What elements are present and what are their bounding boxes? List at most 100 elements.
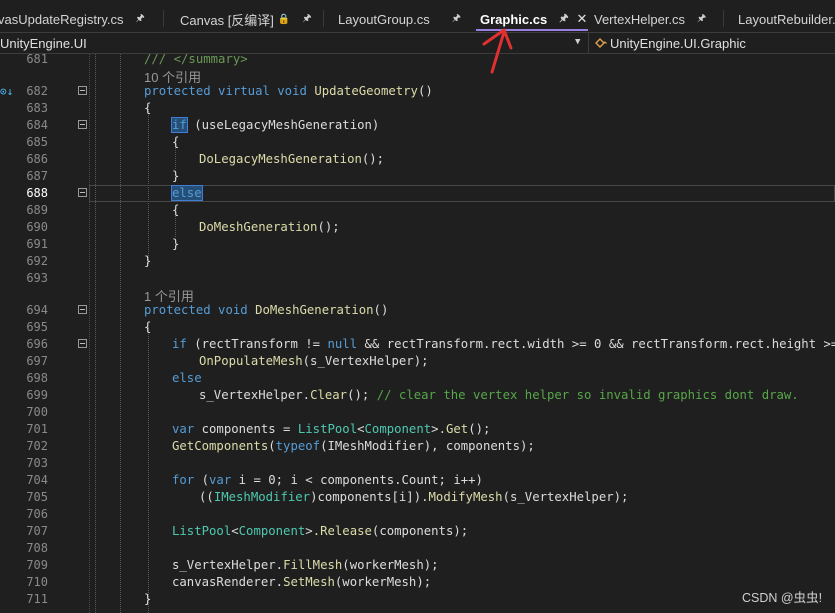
args: (s_VertexHelper); — [502, 490, 629, 504]
code-line[interactable]: 704 for (var i = 0; i < components.Count… — [0, 472, 835, 489]
line-number: 684 — [26, 118, 48, 132]
code-text: { — [172, 203, 180, 217]
code-text: protected void DoMeshGeneration() — [144, 303, 388, 317]
code-line[interactable]: 690 DoMeshGeneration(); — [0, 219, 835, 236]
code-text: { — [144, 320, 152, 334]
code-text: DoMeshGeneration(); — [199, 220, 340, 234]
code-line[interactable]: 687 } — [0, 168, 835, 185]
collapse-icon[interactable] — [78, 339, 87, 348]
document-tab-bar: vasUpdateRegistry.cs 🖈 Canvas [反编译] 🔒 🖈 … — [0, 0, 835, 31]
code-line[interactable]: 684 if (useLegacyMeshGeneration) — [0, 117, 835, 134]
code-text: for (var i = 0; i < components.Count; i+… — [172, 473, 483, 487]
code-editor[interactable]: 681 /// </summary> 10 个引用 ⊙↓ 682 protect… — [0, 52, 835, 613]
code-line[interactable]: 706 — [0, 506, 835, 523]
tab-canvas-decompiled[interactable]: Canvas [反编译] 🔒 🖈 — [180, 7, 312, 31]
code-line[interactable]: 695 { — [0, 319, 835, 336]
line-number: 692 — [26, 254, 48, 268]
class-icon — [595, 38, 607, 48]
method-name: DoMeshGeneration — [255, 303, 374, 317]
code-line[interactable]: 705 ((IMeshModifier)components[i]).Modif… — [0, 489, 835, 506]
line-number: 696 — [26, 337, 48, 351]
type-name: Component — [364, 422, 432, 436]
code-text: s_VertexHelper.FillMesh(workerMesh); — [172, 558, 439, 572]
tab-layout-rebuilder[interactable]: LayoutRebuilder. — [738, 7, 835, 31]
line-number: 687 — [26, 169, 48, 183]
type-name: ListPool — [172, 524, 232, 538]
code-line[interactable]: 711 } — [0, 591, 835, 608]
code-text: ListPool<Component>.Release(components); — [172, 524, 468, 538]
code-line[interactable]: 683 { — [0, 100, 835, 117]
line-number: 683 — [26, 101, 48, 115]
code-line[interactable]: 692 } — [0, 253, 835, 270]
identifier: )components[i]). — [310, 490, 429, 504]
line-number: 693 — [26, 271, 48, 285]
collapse-icon[interactable] — [78, 305, 87, 314]
line-number: 705 — [26, 490, 48, 504]
line-number: 694 — [26, 303, 48, 317]
keyword: for — [172, 473, 195, 487]
punct: () — [373, 303, 389, 317]
tab-canvas-update-registry[interactable]: vasUpdateRegistry.cs 🖈 — [0, 7, 145, 31]
code-line[interactable]: 700 — [0, 404, 835, 421]
keyword: typeof — [275, 439, 321, 453]
code-text: var components = ListPool<Component>.Get… — [172, 422, 490, 436]
keyword-highlighted: else — [171, 185, 203, 201]
method-name: UpdateGeometry — [314, 84, 418, 98]
line-number: 690 — [26, 220, 48, 234]
code-line[interactable]: 698 else — [0, 370, 835, 387]
chevron-down-icon[interactable]: ▼ — [575, 37, 580, 47]
codelens-references[interactable]: 1 个引用 — [0, 285, 835, 304]
code-line[interactable]: 707 ListPool<Component>.Release(componen… — [0, 523, 835, 540]
tab-layout-group[interactable]: LayoutGroup.cs 🖈 — [338, 7, 461, 31]
line-number: 682 — [26, 84, 48, 98]
line-number: 695 — [26, 320, 48, 334]
code-line[interactable]: 691 } — [0, 236, 835, 253]
pin-icon[interactable]: 🖈 — [135, 11, 144, 28]
punct: () — [417, 84, 433, 98]
collapse-icon[interactable] — [78, 86, 87, 95]
condition: (rectTransform != — [194, 337, 328, 351]
pin-icon[interactable]: 🖈 — [302, 11, 311, 28]
code-text: s_VertexHelper.Clear(); // clear the ver… — [199, 388, 799, 402]
code-line[interactable]: 697 OnPopulateMesh(s_VertexHelper); — [0, 353, 835, 370]
collapse-icon[interactable] — [78, 120, 87, 129]
collapse-icon[interactable] — [78, 188, 87, 197]
code-line-current[interactable]: 688 else — [0, 185, 835, 202]
line-number: 711 — [26, 592, 48, 606]
tab-label: LayoutRebuilder. — [738, 11, 835, 27]
code-line[interactable]: 699 s_VertexHelper.Clear(); // clear the… — [0, 387, 835, 404]
keyword: void — [277, 84, 307, 98]
code-line[interactable]: 685 { — [0, 134, 835, 151]
close-icon[interactable]: ✕ — [576, 11, 587, 27]
keyword: var — [209, 473, 232, 487]
type-name: ListPool — [297, 422, 358, 436]
tab-vertex-helper[interactable]: VertexHelper.cs 🖈 — [594, 7, 706, 31]
code-line[interactable]: 709 s_VertexHelper.FillMesh(workerMesh); — [0, 557, 835, 574]
code-text: } — [144, 592, 152, 606]
tab-separator — [323, 10, 324, 27]
method-name: ModifyMesh — [428, 490, 503, 504]
code-line[interactable]: 689 { — [0, 202, 835, 219]
code-line[interactable]: ⊙↓ 682 protected virtual void UpdateGeom… — [0, 83, 835, 100]
code-line[interactable]: 703 — [0, 455, 835, 472]
punct: (); — [468, 422, 491, 436]
code-line[interactable]: 701 var components = ListPool<Component>… — [0, 421, 835, 438]
pin-icon[interactable]: 🖈 — [697, 11, 706, 28]
code-line[interactable]: 696 if (rectTransform != null && rectTra… — [0, 336, 835, 353]
line-number: 689 — [26, 203, 48, 217]
code-line[interactable]: 702 GetComponents(typeof(IMeshModifier),… — [0, 438, 835, 455]
pin-icon[interactable]: 🖈 — [559, 11, 568, 28]
line-number: 700 — [26, 405, 48, 419]
tab-separator — [163, 10, 164, 27]
code-line[interactable]: 686 DoLegacyMeshGeneration(); — [0, 151, 835, 168]
codelens-references[interactable]: 10 个引用 — [0, 66, 835, 85]
type-name: IMeshModifier — [213, 490, 311, 504]
watermark: CSDN @虫虫! — [742, 591, 823, 605]
code-line[interactable]: 694 protected void DoMeshGeneration() — [0, 302, 835, 319]
code-line[interactable]: 710 canvasRenderer.SetMesh(workerMesh); — [0, 574, 835, 591]
code-line[interactable]: 708 — [0, 540, 835, 557]
code-text: ((IMeshModifier)components[i]).ModifyMes… — [199, 490, 628, 504]
type-name: Component — [238, 524, 306, 538]
pin-icon[interactable]: 🖈 — [452, 11, 461, 28]
comment: // clear the vertex helper so invalid gr… — [376, 388, 799, 402]
